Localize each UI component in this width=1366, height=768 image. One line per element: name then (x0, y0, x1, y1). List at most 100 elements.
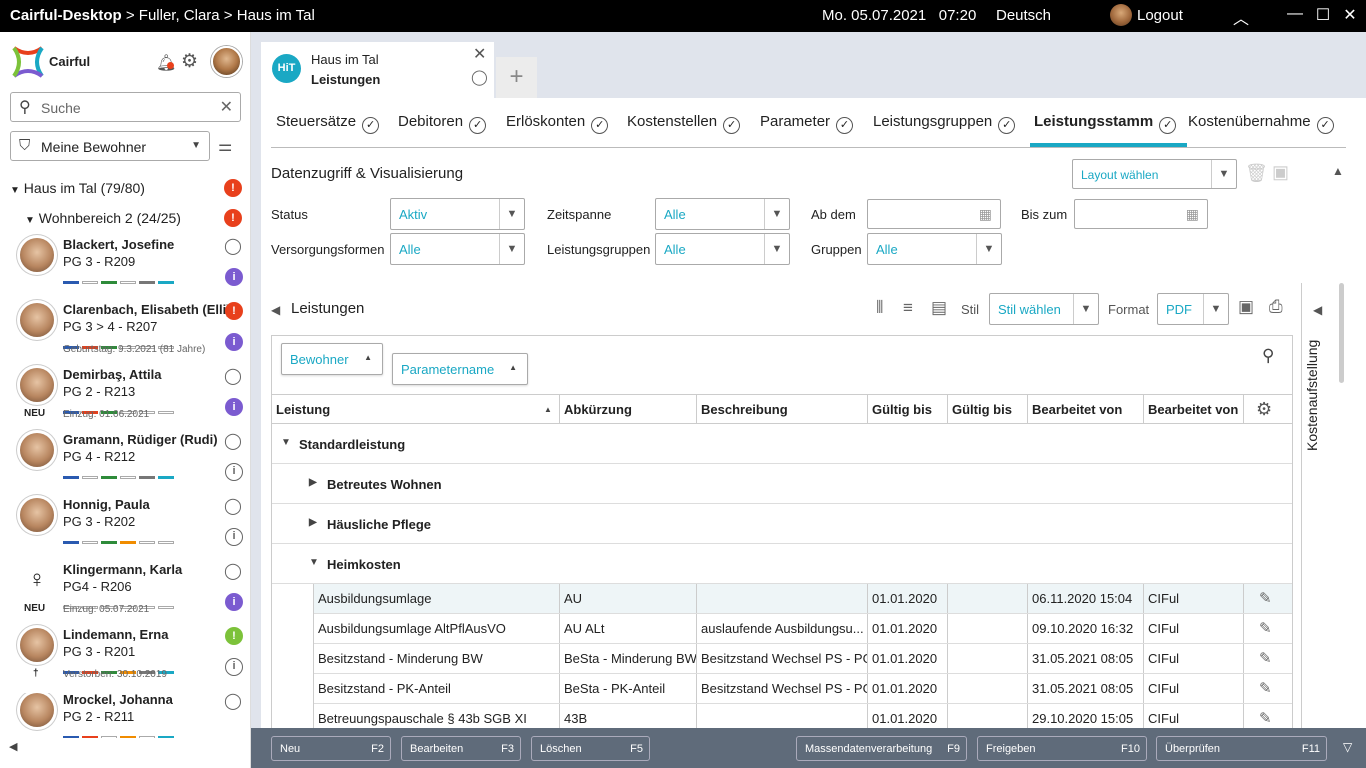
language-selector[interactable]: Deutsch (996, 7, 1051, 24)
clear-icon[interactable]: ✕ (220, 97, 233, 117)
patient-item[interactable]: Mrockel, Johanna PG 2 - R211 ◯ (0, 693, 250, 738)
list-icon[interactable]: ≡ (903, 298, 913, 318)
group-row-haeusliche-pflege[interactable]: ▶ Häusliche Pflege (272, 504, 1292, 544)
collapse-left-icon[interactable]: ◀ (271, 303, 280, 317)
calendar-icon[interactable]: ▦ (1186, 206, 1199, 223)
tab-steuersaetze[interactable]: Steuersätze ✓ (276, 113, 380, 134)
collapse-icon[interactable]: ︿ (1231, 5, 1251, 29)
gruppen-select[interactable]: Alle ▼ (867, 233, 1002, 265)
biszum-date-input[interactable]: ▦ (1074, 199, 1208, 229)
sidebar-collapse-icon[interactable]: ◀ (9, 740, 17, 753)
patient-item[interactable]: Clarenbach, Elisabeth (Elli) PG 3 > 4 - … (0, 302, 250, 365)
logout-button[interactable]: Logout (1137, 7, 1183, 24)
col-leistung[interactable]: Leistung (272, 395, 560, 424)
cost-sidebar-rail[interactable]: ◀ Kostenaufstellung (1301, 283, 1366, 728)
info-outline-icon[interactable]: i (225, 463, 243, 481)
edit-pencil-icon[interactable]: ✎ (1259, 679, 1272, 697)
abdem-date-input[interactable]: ▦ (867, 199, 1001, 229)
save-icon[interactable]: ▣ (1272, 162, 1289, 183)
user-avatar[interactable] (211, 46, 242, 77)
patient-item[interactable]: Lindemann, Erna PG 3 - R201 Verstorben: … (0, 627, 250, 690)
save-icon[interactable]: ▣ (1238, 297, 1254, 317)
close-tab-icon[interactable]: ✕ (473, 44, 486, 64)
status-select[interactable]: Aktiv ▼ (390, 198, 525, 230)
col-abkuerzung[interactable]: Abkürzung (560, 395, 697, 424)
tab-leistungsstamm[interactable]: Leistungsstamm ✓ (1034, 113, 1177, 134)
layout-select[interactable]: Layout wählen ▼ (1072, 159, 1237, 189)
minimize-icon[interactable]: — (1285, 5, 1305, 23)
info-icon[interactable]: i (225, 398, 243, 416)
sort-asc-icon[interactable]: ▲ (509, 363, 517, 372)
sort-asc-icon[interactable]: ▲ (364, 353, 372, 362)
collapsed-icon[interactable]: ▶ (309, 517, 317, 528)
patient-item[interactable]: Honnig, Paula PG 3 - R202 ◯ i (0, 497, 250, 560)
maximize-icon[interactable]: ☐ (1313, 5, 1333, 25)
patient-item[interactable]: Gramann, Rüdiger (Rudi) PG 4 - R212 ◯ i (0, 432, 250, 495)
patient-item[interactable]: ♀ Klingermann, Karla PG4 - R206 Einzug: … (0, 562, 250, 625)
edit-pencil-icon[interactable]: ✎ (1259, 649, 1272, 667)
info-icon[interactable]: i (225, 333, 243, 351)
tab-kostenuebernahme[interactable]: Kostenübernahme ✓ (1188, 113, 1334, 134)
alert-badge[interactable]: ! (224, 179, 242, 197)
edit-pencil-icon[interactable]: ✎ (1259, 589, 1272, 607)
resident-filter-select[interactable]: ⛉ Meine Bewohner ▼ (10, 131, 210, 161)
gear-icon[interactable]: ⚙ (181, 50, 198, 73)
table-row[interactable]: Ausbildungsumlage AU 01.01.2020 06.11.20… (314, 584, 1292, 614)
check-button[interactable]: Überprüfen F11 (1156, 736, 1327, 761)
close-window-icon[interactable]: ✕ (1340, 5, 1360, 25)
zeitspanne-select[interactable]: Alle ▼ (655, 198, 790, 230)
delete-button[interactable]: Löschen F5 (531, 736, 650, 761)
more-actions-icon[interactable]: ▽ (1343, 740, 1352, 754)
group-chip-parametername[interactable]: Parametername ▲ (392, 353, 528, 385)
edit-button[interactable]: Bearbeiten F3 (401, 736, 521, 761)
info-icon[interactable]: i (225, 268, 243, 286)
format-select[interactable]: PDF ▼ (1157, 293, 1229, 325)
table-row[interactable]: Besitzstand - PK-Anteil BeSta - PK-Antei… (314, 674, 1292, 704)
edit-pencil-icon[interactable]: ✎ (1259, 619, 1272, 637)
tree-item-haus[interactable]: ▼ Haus im Tal (79/80) (10, 180, 145, 196)
info-outline-icon[interactable]: i (225, 528, 243, 546)
alert-badge[interactable]: ! (225, 302, 243, 320)
tab-kostenstellen[interactable]: Kostenstellen ✓ (627, 113, 741, 134)
collapse-section-icon[interactable]: ▲ (1332, 164, 1344, 178)
patient-item[interactable]: Blackert, Josefine PG 3 - R209 ◯ i (0, 237, 250, 300)
new-button[interactable]: Neu F2 (271, 736, 391, 761)
sort-asc-icon[interactable]: ▲ (544, 405, 552, 414)
calendar-icon[interactable]: ▦ (979, 206, 992, 223)
release-button[interactable]: Freigeben F10 (977, 736, 1147, 761)
document-tab[interactable]: HiT Haus im Tal Leistungen ✕ ◯ (261, 42, 494, 98)
col-bearbeitet-von-1[interactable]: Bearbeitet von (1028, 395, 1144, 424)
status-badge[interactable]: ! (225, 627, 243, 645)
expand-left-icon[interactable]: ◀ (1313, 303, 1322, 317)
table-row[interactable]: Ausbildungsumlage AltPflAusVO AU ALt aus… (314, 614, 1292, 644)
group-chip-bewohner[interactable]: Bewohner ▲ (281, 343, 383, 375)
group-row-standardleistung[interactable]: ▼ Standardleistung (272, 424, 1292, 464)
trash-icon[interactable]: 🗑︎ (1245, 163, 1268, 184)
group-row-heimkosten[interactable]: ▼ Heimkosten (272, 544, 1292, 584)
export-sheet-icon[interactable]: ▤ (931, 298, 947, 318)
edit-pencil-icon[interactable]: ✎ (1259, 709, 1272, 727)
scrollbar[interactable] (1339, 283, 1344, 383)
print-icon[interactable]: ⎙ (1269, 297, 1283, 317)
table-row[interactable]: Besitzstand - Minderung BW BeSta - Minde… (314, 644, 1292, 674)
search-input[interactable]: ⚲ Suche ✕ (10, 92, 241, 122)
tab-debitoren[interactable]: Debitoren ✓ (398, 113, 487, 134)
tab-parameter[interactable]: Parameter ✓ (760, 113, 854, 134)
tree-item-wohnbereich[interactable]: ▼ Wohnbereich 2 (24/25) (25, 210, 181, 226)
tab-leistungsgruppen[interactable]: Leistungsgruppen ✓ (873, 113, 1016, 134)
gear-icon[interactable]: ⚙ (1256, 399, 1272, 420)
info-icon[interactable]: i (225, 593, 243, 611)
search-icon[interactable]: ⚲ (1262, 346, 1274, 366)
col-beschreibung[interactable]: Beschreibung (697, 395, 868, 424)
stil-select[interactable]: Stil wählen ▼ (989, 293, 1099, 325)
expanded-icon[interactable]: ▼ (281, 437, 291, 448)
columns-icon[interactable]: ⦀ (876, 298, 883, 318)
toggle-settings-icon[interactable]: ⚌ (218, 136, 232, 156)
col-gueltig-bis-2[interactable]: Gültig bis (948, 395, 1028, 424)
collapsed-icon[interactable]: ▶ (309, 477, 317, 488)
tab-erloeskonten[interactable]: Erlöskonten ✓ (506, 113, 609, 134)
group-row-betreutes-wohnen[interactable]: ▶ Betreutes Wohnen (272, 464, 1292, 504)
lgruppen-select[interactable]: Alle ▼ (655, 233, 790, 265)
col-gueltig-bis-1[interactable]: Gültig bis (868, 395, 948, 424)
info-outline-icon[interactable]: i (225, 658, 243, 676)
